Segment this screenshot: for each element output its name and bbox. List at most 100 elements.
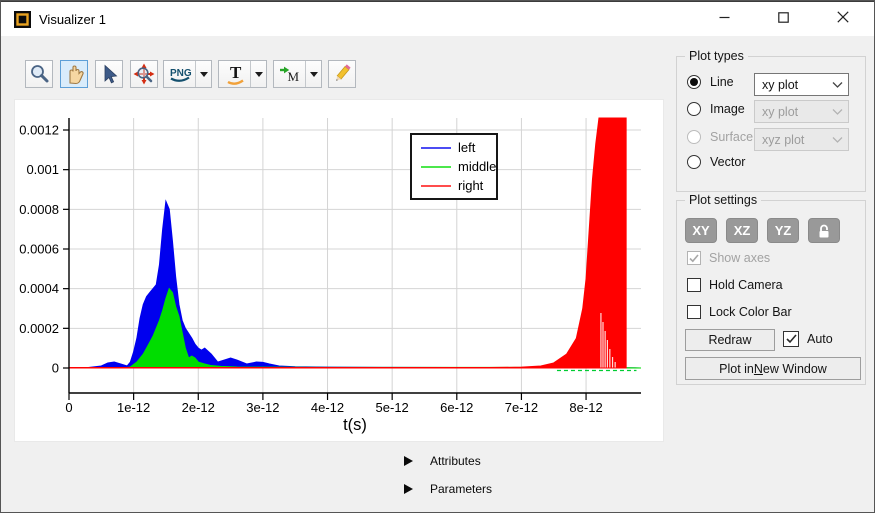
legend-line-sample: [421, 184, 451, 187]
zoom-extents-button[interactable]: [130, 60, 158, 88]
checkbox-label: Hold Camera: [709, 278, 783, 292]
x-tick-label: 8e-12: [569, 400, 602, 415]
auto-checkbox[interactable]: Auto: [783, 331, 833, 347]
legend-label: right: [458, 178, 484, 193]
x-tick-label: 5e-12: [376, 400, 409, 415]
zoom-tool-button[interactable]: [25, 60, 53, 88]
hold-camera-checkbox[interactable]: Hold Camera: [687, 278, 783, 292]
button-label-part: Plot in: [719, 361, 754, 376]
legend-line-sample: [421, 165, 451, 168]
close-icon: [837, 11, 849, 23]
y-tick-label: 0.0002: [19, 321, 59, 336]
show-axes-checkbox: Show axes: [687, 251, 770, 265]
png-icon: PNG: [164, 61, 195, 87]
export-matlab-button[interactable]: M: [273, 60, 322, 88]
lock-color-bar-checkbox[interactable]: Lock Color Bar: [687, 305, 792, 319]
xz-view-button: XZ: [726, 218, 758, 243]
radio-surface: [687, 130, 701, 144]
x-tick-label: 6e-12: [440, 400, 473, 415]
redraw-button[interactable]: Redraw: [685, 329, 775, 351]
plot-types-group: Plot types Line xy plot Image xy plot Su…: [676, 49, 866, 192]
y-tick-label: 0.0006: [19, 242, 59, 257]
check-icon: [689, 253, 699, 262]
matlab-dropdown-arrow[interactable]: [305, 61, 321, 87]
radio-vector[interactable]: [687, 155, 701, 169]
xy-view-button: XY: [685, 218, 717, 243]
cursor-arrow-icon: [104, 64, 118, 84]
radio-image[interactable]: [687, 102, 701, 116]
checkbox-label: Auto: [807, 332, 833, 346]
check-icon: [785, 334, 797, 344]
legend-entry: right: [412, 176, 496, 195]
chevron-down-icon: [309, 72, 318, 81]
surface-plot-type-select: xyz plot: [754, 128, 849, 151]
yz-view-button: YZ: [767, 218, 799, 243]
png-dropdown-arrow[interactable]: [195, 61, 211, 87]
checkbox-box: [783, 331, 799, 347]
checkbox-label: Lock Color Bar: [709, 305, 792, 319]
select-tool-button[interactable]: [95, 60, 123, 88]
plot-in-new-window-button[interactable]: Plot in New Window: [685, 357, 861, 380]
legend-label: middle: [458, 159, 497, 174]
unlock-icon: [819, 224, 829, 237]
line-plot-type-select[interactable]: xy plot: [754, 73, 849, 96]
legend-label: left: [458, 140, 476, 155]
chart-canvas[interactable]: 0 1e-12 2e-12 3e-12 4e-12 5e-12 6e-12 7e-12 8e-1…: [15, 100, 663, 441]
checkbox-box: [687, 278, 701, 292]
y-tick-label: 0: [52, 361, 59, 376]
image-plot-type-select: xy plot: [754, 100, 849, 123]
maximize-button[interactable]: [758, 0, 808, 34]
svg-text:M: M: [287, 69, 299, 84]
aspect-lock-button: [808, 218, 840, 243]
x-axis-label: t(s): [343, 416, 367, 434]
text-T-icon: T: [219, 61, 250, 87]
triangle-right-icon: [404, 484, 413, 494]
x-tick-label: 7e-12: [505, 400, 538, 415]
y-tick-label: 0.0004: [19, 281, 59, 296]
minimize-button[interactable]: [699, 0, 749, 34]
hand-icon: [69, 65, 84, 85]
x-tick-label: 2e-12: [182, 400, 215, 415]
magnifier-arrows-icon: [133, 63, 155, 85]
combo-value: xyz plot: [762, 132, 805, 147]
legend-entry: left: [412, 138, 496, 157]
export-png-button[interactable]: PNG: [163, 60, 212, 88]
text-annotation-button[interactable]: T: [218, 60, 267, 88]
checkbox-box: [687, 251, 701, 265]
plot-settings-title: Plot settings: [685, 193, 762, 207]
parameters-label: Parameters: [430, 482, 493, 496]
chevron-down-icon: [832, 81, 843, 88]
pencil-icon: [336, 64, 351, 81]
triangle-right-icon: [404, 456, 413, 466]
legend-line-sample: [421, 146, 451, 149]
svg-text:T: T: [230, 63, 242, 82]
plot-types-title: Plot types: [685, 49, 748, 63]
combo-value: xy plot: [762, 77, 799, 92]
pan-tool-button[interactable]: [60, 60, 88, 88]
maximize-icon: [777, 11, 789, 23]
x-tick-label: 3e-12: [246, 400, 279, 415]
legend-entry: middle: [412, 157, 496, 176]
parameters-expander[interactable]: Parameters: [404, 481, 492, 497]
y-tick-label: 0.0008: [19, 202, 59, 217]
radio-surface-label: Surface: [710, 130, 754, 144]
plot-settings-group: Plot settings XY XZ YZ Show axes Hold Ca…: [676, 193, 866, 385]
edit-button[interactable]: [328, 60, 356, 88]
checkbox-label: Show axes: [709, 251, 771, 265]
button-label-part: ew Window: [762, 361, 827, 376]
button-label-mnemonic: N: [753, 361, 763, 376]
chevron-down-icon: [832, 136, 843, 143]
chevron-down-icon: [254, 72, 263, 81]
attributes-expander[interactable]: Attributes: [404, 453, 481, 469]
text-dropdown-arrow[interactable]: [250, 61, 266, 87]
window-title: Visualizer 1: [39, 11, 106, 27]
visualizer-window: Visualizer 1 PNG T M 0 1e-12 2e-12 3e-12…: [0, 0, 875, 513]
x-tick-label: 4e-12: [311, 400, 344, 415]
minimize-icon: [719, 16, 729, 18]
matlab-M-icon: M: [274, 61, 305, 87]
close-button[interactable]: [818, 0, 868, 34]
radio-line[interactable]: [687, 75, 701, 89]
radio-image-label: Image: [710, 102, 745, 116]
y-tick-label: 0.001: [26, 162, 59, 177]
checkbox-box: [687, 305, 701, 319]
